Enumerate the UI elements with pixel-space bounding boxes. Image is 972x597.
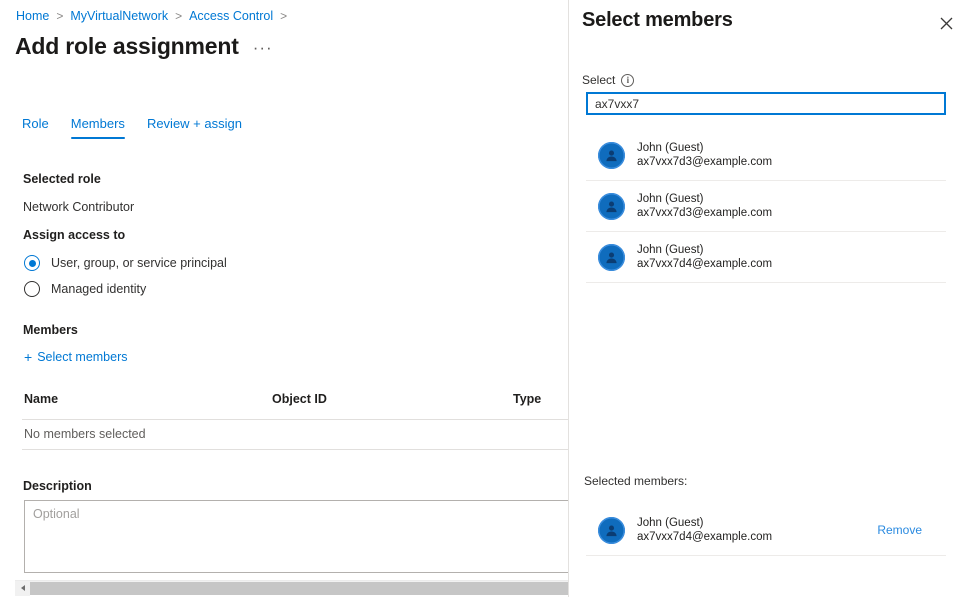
guest-avatar-icon bbox=[598, 244, 625, 271]
tab-role[interactable]: Role bbox=[22, 116, 49, 139]
person-name: John (Guest) bbox=[637, 517, 772, 529]
description-label: Description bbox=[23, 479, 92, 493]
assign-access-to-label: Assign access to bbox=[23, 228, 125, 242]
person-email: ax7vxx7d3@example.com bbox=[637, 207, 772, 219]
tab-review-assign[interactable]: Review + assign bbox=[147, 116, 242, 139]
breadcrumb-separator-icon: > bbox=[175, 9, 182, 23]
list-item[interactable]: John (Guest) ax7vxx7d3@example.com bbox=[586, 181, 946, 232]
guest-avatar-icon bbox=[598, 517, 625, 544]
person-info: John (Guest) ax7vxx7d3@example.com bbox=[637, 193, 772, 219]
page-title-row: Add role assignment ··· bbox=[15, 32, 273, 60]
tab-list: Role Members Review + assign bbox=[22, 116, 242, 139]
radio-unselected-icon bbox=[24, 281, 40, 297]
breadcrumb-item-myvirtualnetwork[interactable]: MyVirtualNetwork bbox=[70, 9, 168, 23]
select-label-text: Select bbox=[582, 73, 615, 87]
selected-role-value: Network Contributor bbox=[23, 200, 134, 214]
scroll-left-arrow-icon[interactable] bbox=[15, 581, 30, 596]
select-field-label: Select i bbox=[582, 73, 634, 87]
column-header-name: Name bbox=[24, 392, 58, 406]
selected-members-label: Selected members: bbox=[584, 474, 687, 488]
column-header-type: Type bbox=[513, 392, 541, 406]
breadcrumb-separator-icon: > bbox=[56, 9, 63, 23]
table-header-row: Name Object ID Type bbox=[22, 392, 568, 420]
list-item: John (Guest) ax7vxx7d4@example.com Remov… bbox=[586, 505, 946, 556]
selected-role-label: Selected role bbox=[23, 172, 101, 186]
guest-avatar-icon bbox=[598, 142, 625, 169]
person-name: John (Guest) bbox=[637, 142, 772, 154]
guest-avatar-icon bbox=[598, 193, 625, 220]
scrollbar-thumb[interactable] bbox=[30, 582, 568, 595]
close-icon[interactable] bbox=[932, 9, 960, 37]
person-email: ax7vxx7d4@example.com bbox=[637, 258, 772, 270]
app-root: Home > MyVirtualNetwork > Access Control… bbox=[0, 0, 972, 597]
table-row: No members selected bbox=[22, 420, 568, 450]
members-label: Members bbox=[23, 323, 78, 337]
empty-state-text: No members selected bbox=[24, 427, 146, 441]
members-table: Name Object ID Type No members selected bbox=[22, 392, 568, 450]
select-members-panel: Select members Select i John (Guest) bbox=[569, 0, 972, 597]
person-email: ax7vxx7d3@example.com bbox=[637, 156, 772, 168]
panel-title: Select members bbox=[582, 9, 733, 32]
info-icon[interactable]: i bbox=[621, 74, 634, 87]
radio-label: Managed identity bbox=[51, 282, 146, 296]
selected-members-list: John (Guest) ax7vxx7d4@example.com Remov… bbox=[586, 505, 946, 556]
breadcrumb-item-home[interactable]: Home bbox=[16, 9, 49, 23]
page-title: Add role assignment bbox=[15, 32, 239, 60]
breadcrumb-item-access-control[interactable]: Access Control bbox=[189, 9, 273, 23]
column-header-object-id: Object ID bbox=[272, 392, 327, 406]
person-name: John (Guest) bbox=[637, 193, 772, 205]
member-search-input[interactable] bbox=[586, 92, 946, 115]
person-name: John (Guest) bbox=[637, 244, 772, 256]
horizontal-scrollbar[interactable] bbox=[15, 580, 568, 595]
person-email: ax7vxx7d4@example.com bbox=[637, 531, 772, 543]
radio-managed-identity[interactable]: Managed identity bbox=[24, 281, 146, 297]
select-members-button[interactable]: + Select members bbox=[24, 350, 128, 364]
list-item[interactable]: John (Guest) ax7vxx7d4@example.com bbox=[586, 232, 946, 283]
person-info: John (Guest) ax7vxx7d4@example.com bbox=[637, 517, 772, 543]
search-results-list: John (Guest) ax7vxx7d3@example.com John … bbox=[586, 130, 946, 283]
tab-members[interactable]: Members bbox=[71, 116, 125, 139]
radio-selected-icon bbox=[24, 255, 40, 271]
person-info: John (Guest) ax7vxx7d4@example.com bbox=[637, 244, 772, 270]
radio-user-group-service-principal[interactable]: User, group, or service principal bbox=[24, 255, 227, 271]
main-content-pane: Home > MyVirtualNetwork > Access Control… bbox=[0, 0, 568, 597]
plus-icon: + bbox=[24, 351, 32, 363]
more-options-icon[interactable]: ··· bbox=[253, 38, 273, 54]
description-input[interactable] bbox=[24, 500, 568, 573]
breadcrumb-separator-icon: > bbox=[280, 9, 287, 23]
select-members-label: Select members bbox=[37, 350, 127, 364]
person-info: John (Guest) ax7vxx7d3@example.com bbox=[637, 142, 772, 168]
list-item[interactable]: John (Guest) ax7vxx7d3@example.com bbox=[586, 130, 946, 181]
breadcrumb: Home > MyVirtualNetwork > Access Control… bbox=[16, 9, 294, 23]
remove-member-button[interactable]: Remove bbox=[877, 523, 922, 537]
radio-label: User, group, or service principal bbox=[51, 256, 227, 270]
